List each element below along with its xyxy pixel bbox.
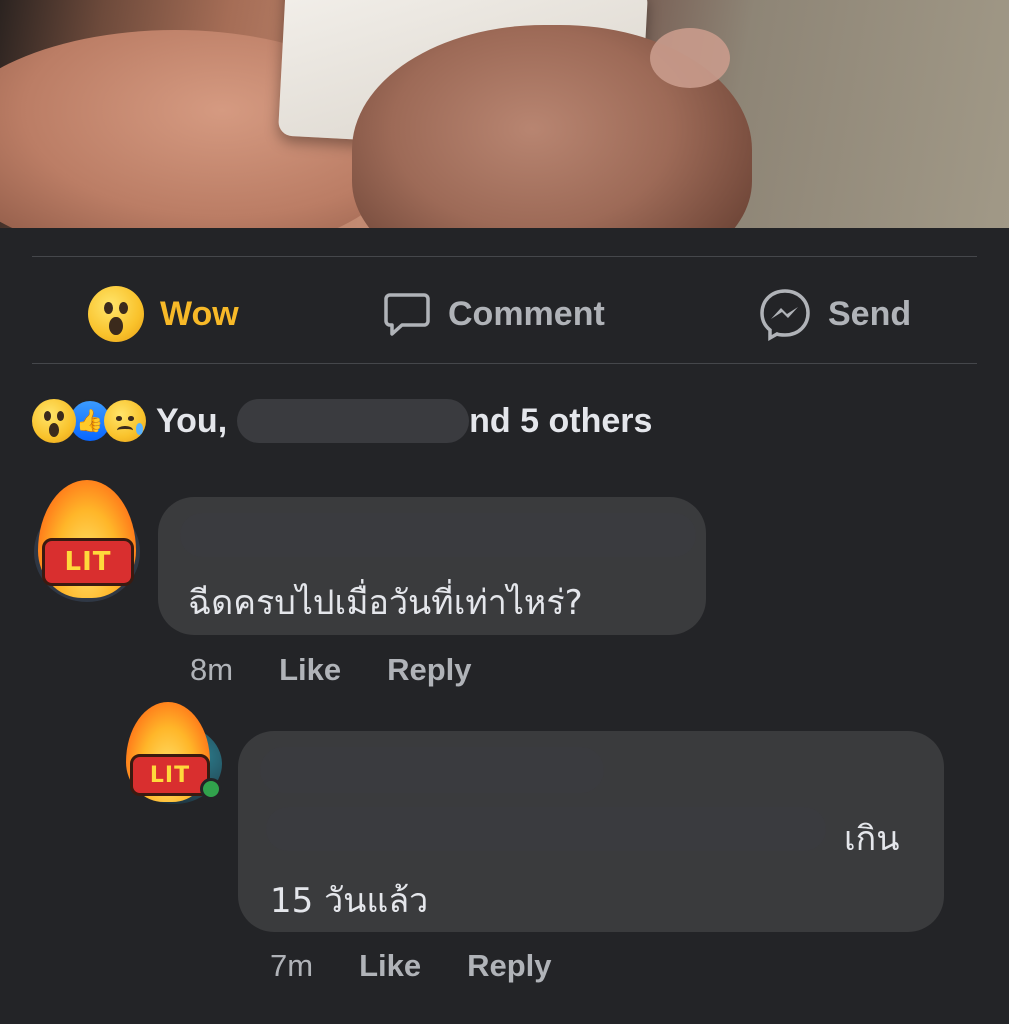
lit-badge: LIT — [130, 754, 210, 796]
send-label: Send — [828, 294, 912, 333]
messenger-icon — [760, 289, 810, 341]
post-photo[interactable] — [0, 0, 1009, 228]
reply-time: 7m — [270, 948, 314, 983]
like-link[interactable]: Like — [359, 948, 421, 984]
divider-top — [32, 256, 977, 257]
online-status-dot — [200, 778, 222, 800]
wow-reaction-button[interactable]: Wow — [88, 284, 239, 344]
reaction-prefix: You, — [156, 401, 228, 440]
comment-meta: 8m Like Reply — [190, 652, 472, 688]
comment-button[interactable]: Comment — [382, 284, 605, 344]
reply-text-end: เกิน — [844, 819, 900, 859]
reply-link[interactable]: Reply — [387, 652, 471, 688]
redacted-reply-text — [266, 807, 826, 851]
comment-bubble[interactable]: ฉีดครบไปเมื่อวันที่เท่าไหร่? — [158, 497, 706, 635]
lit-badge: LIT — [42, 538, 134, 586]
reply-avatar[interactable]: LIT — [126, 702, 222, 804]
reply-bubble[interactable]: เกิน 15 วันแล้ว — [238, 731, 944, 932]
redacted-commenter-name — [180, 513, 696, 557]
comment-text: ฉีดครบไปเมื่อวันที่เท่าไหร่? — [188, 583, 583, 623]
send-button[interactable]: Send — [758, 284, 911, 344]
reply-link[interactable]: Reply — [467, 948, 551, 984]
photo-nail — [650, 28, 730, 88]
reaction-summary[interactable]: 👍 You, nd 5 others — [32, 396, 652, 446]
comment-label: Comment — [448, 294, 605, 333]
reply-meta: 7m Like Reply — [270, 948, 552, 984]
redacted-names — [237, 399, 470, 443]
redacted-reply-name — [260, 747, 604, 793]
commenter-avatar[interactable]: LIT — [34, 480, 140, 602]
wow-label: Wow — [160, 294, 239, 333]
wow-emoji-icon — [32, 399, 76, 443]
reaction-suffix: nd 5 others — [469, 401, 653, 440]
wow-emoji-icon — [88, 286, 144, 342]
sad-emoji-icon — [104, 400, 146, 442]
divider-bottom — [32, 363, 977, 364]
reply-text-line2: 15 วันแล้ว — [270, 881, 429, 921]
like-link[interactable]: Like — [279, 652, 341, 688]
comment-time: 8m — [190, 652, 234, 687]
comment-icon — [384, 293, 430, 336]
